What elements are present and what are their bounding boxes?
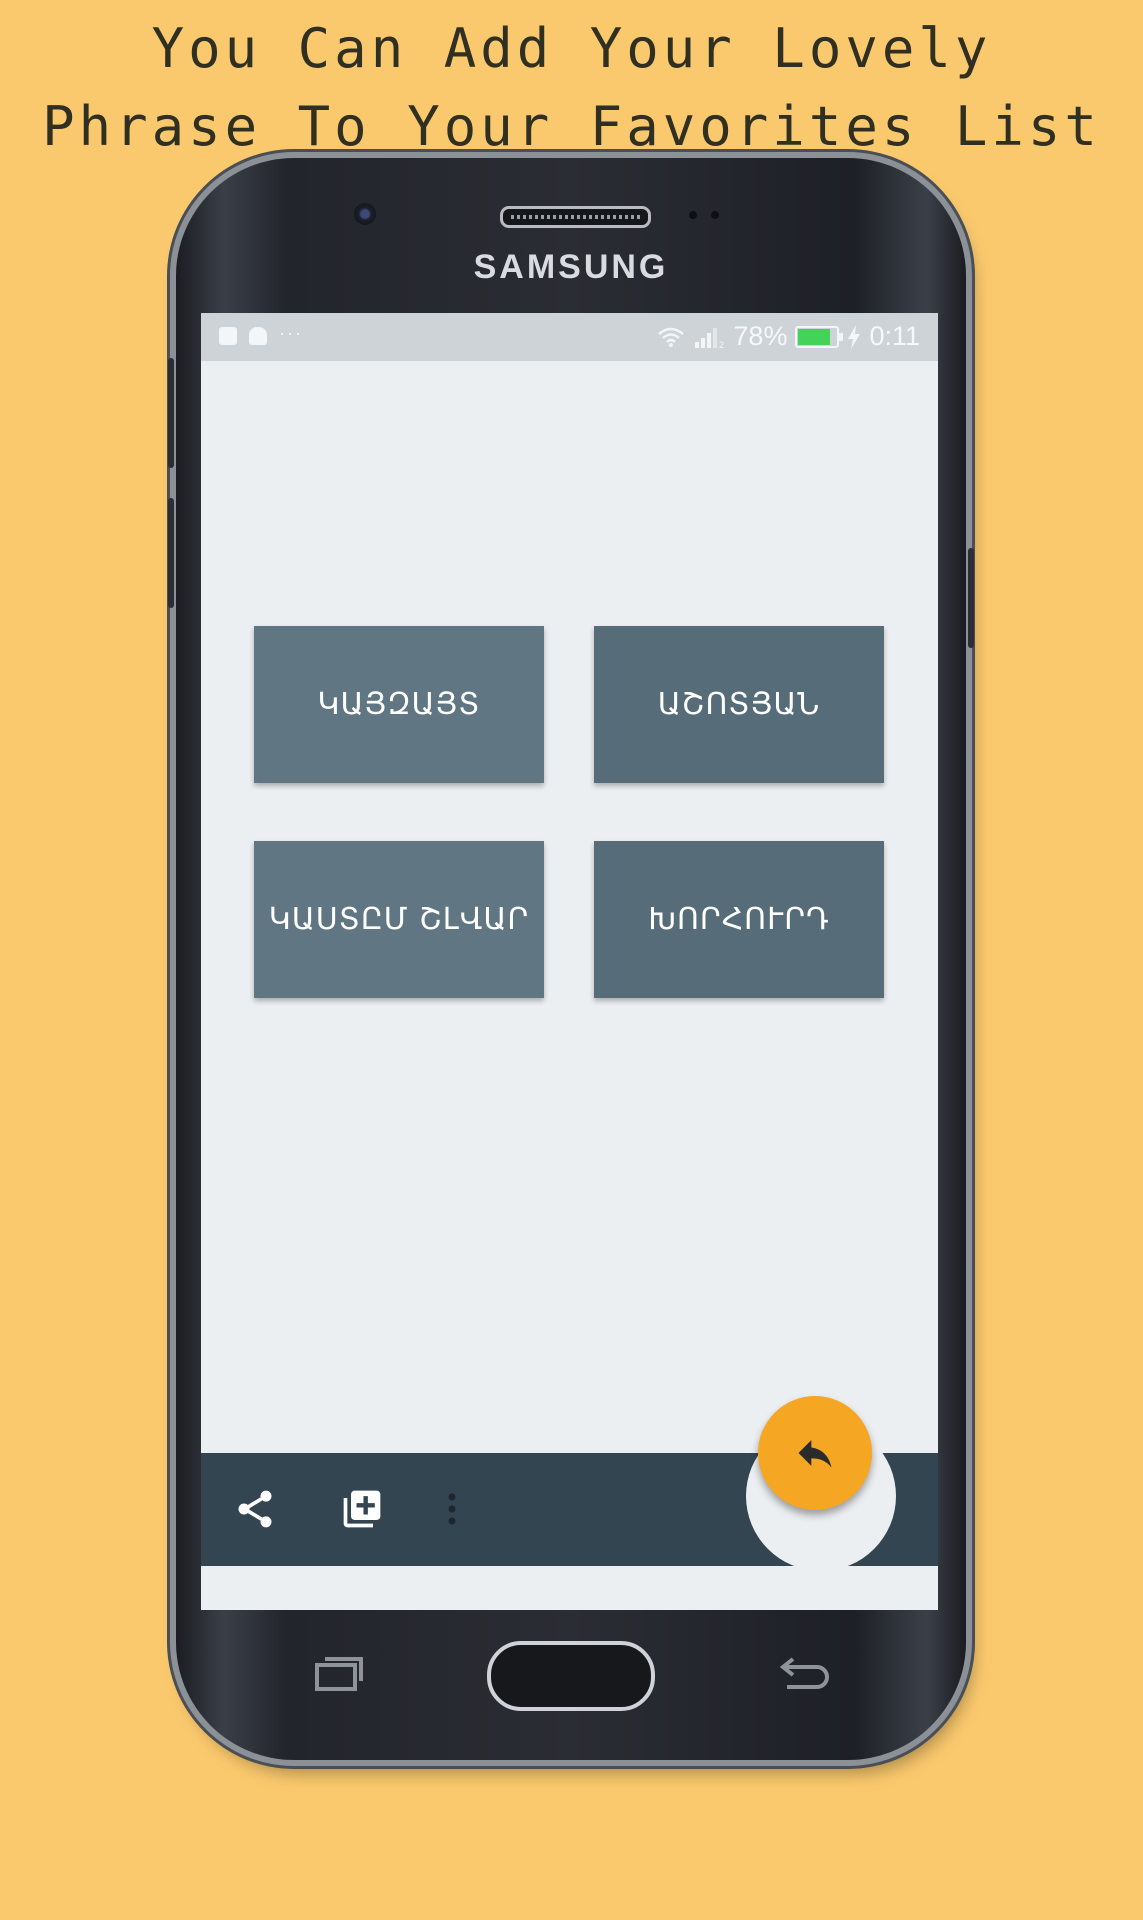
recent-apps-icon — [315, 1657, 363, 1691]
phone-frame: SAMSUNG ··· 2 78% 0:11 ԿԱՅԶԱՅՏ ԱՇՈՏՅԱՆ Կ… — [168, 158, 974, 1760]
brand-logo: SAMSUNG — [473, 248, 669, 286]
wifi-icon — [658, 327, 685, 347]
proximity-sensor — [689, 211, 697, 219]
earpiece-speaker — [500, 206, 651, 228]
promo-headline: You Can Add Your Lovely Phrase To Your F… — [0, 10, 1143, 166]
bixby-button — [168, 498, 174, 608]
status-bar: ··· 2 78% 0:11 — [201, 313, 938, 361]
phrase-tile-2[interactable]: ԱՇՈՏՅԱՆ — [594, 626, 884, 783]
image-notification-icon — [219, 327, 237, 345]
hardware-nav-bar — [201, 1610, 938, 1720]
more-options-button[interactable] — [437, 1485, 467, 1533]
front-camera — [354, 203, 376, 225]
phrase-tile-1[interactable]: ԿԱՅԶԱՅՏ — [254, 626, 544, 783]
android-notification-icon — [249, 327, 267, 345]
promo-line-2: Phrase To Your Favorites List — [42, 95, 1101, 158]
light-sensor — [711, 211, 719, 219]
home-button[interactable] — [487, 1641, 655, 1711]
promo-line-1: You Can Add Your Lovely — [151, 17, 992, 80]
volume-button — [168, 358, 174, 468]
back-icon — [779, 1657, 829, 1689]
add-to-library-icon — [343, 1490, 381, 1528]
share-icon — [238, 1490, 272, 1528]
battery-icon — [795, 325, 844, 348]
add-to-favorites-button[interactable] — [338, 1485, 386, 1533]
share-button[interactable] — [231, 1485, 279, 1533]
status-time: 0:11 — [869, 321, 920, 351]
phrase-tile-3[interactable]: ԿԱՍՏԸՄ ՇԼՎԱՐ — [254, 841, 544, 998]
sim-indicator: 2 — [719, 340, 724, 348]
charging-icon — [848, 324, 861, 349]
reply-fab[interactable] — [758, 1396, 872, 1510]
more-notifications-icon: ··· — [279, 322, 303, 343]
reply-icon — [798, 1440, 832, 1468]
recent-apps-button[interactable] — [311, 1650, 367, 1696]
phrase-tile-4[interactable]: ԽՈՐՀՈՒՐԴ — [594, 841, 884, 998]
signal-icon: 2 — [695, 327, 724, 348]
battery-percent: 78% — [733, 321, 788, 351]
back-button[interactable] — [777, 1650, 833, 1696]
power-button — [968, 548, 974, 648]
app-screen: ··· 2 78% 0:11 ԿԱՅԶԱՅՏ ԱՇՈՏՅԱՆ ԿԱՍՏԸՄ ՇԼ… — [201, 313, 938, 1610]
more-vert-icon — [448, 1493, 456, 1525]
